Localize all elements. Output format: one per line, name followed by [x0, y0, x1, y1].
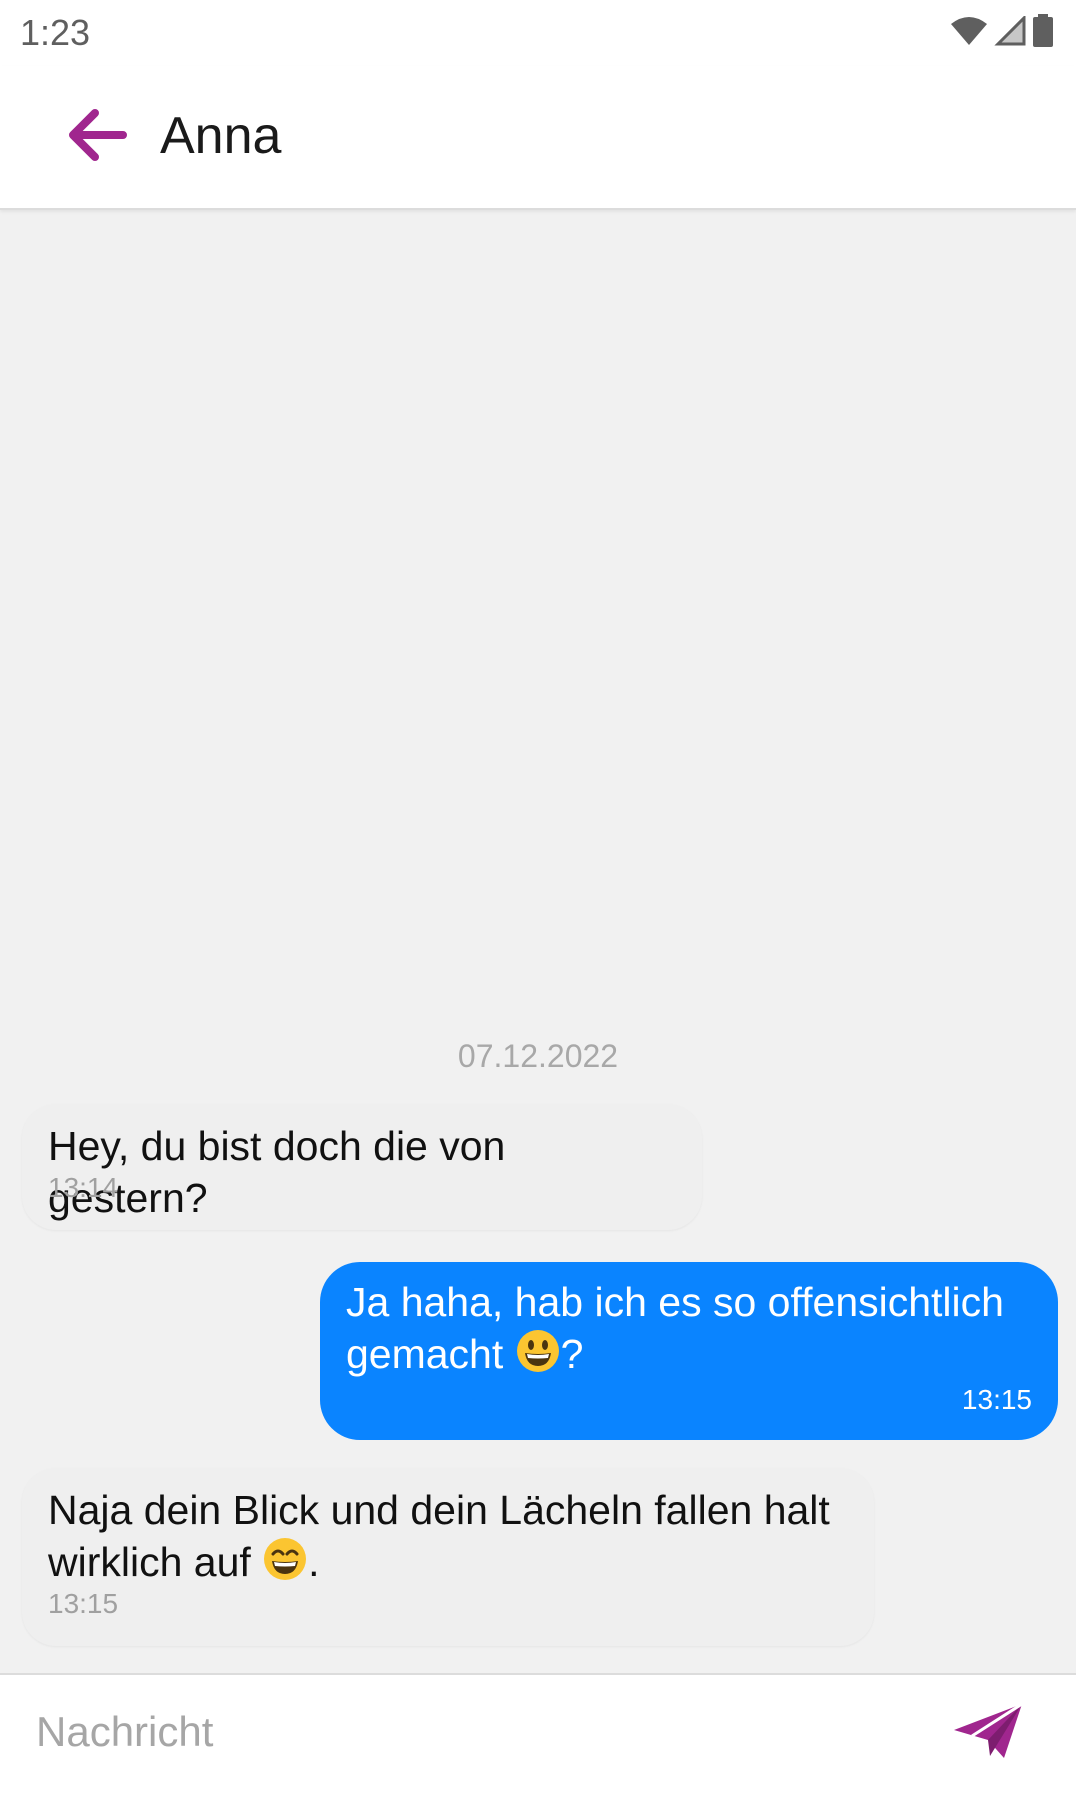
- grinning-smiling-eyes-emoji: [262, 1536, 308, 1594]
- message-text-line: gemacht ?: [346, 1328, 1032, 1386]
- grinning-face-emoji: [515, 1328, 561, 1386]
- signal-icon: [994, 14, 1026, 51]
- contact-name: Anna: [160, 107, 282, 165]
- message-time: 13:15: [961, 1384, 1032, 1415]
- message-input[interactable]: [24, 1695, 928, 1769]
- message-text-fragment: gemacht: [346, 1331, 515, 1377]
- message-time: 13:14: [48, 1172, 119, 1203]
- message-bubble-incoming[interactable]: Hey, du bist doch die von gestern? 13:14: [22, 1104, 702, 1230]
- message-text-line: Ja haha, hab ich es so offensichtlich: [346, 1279, 1004, 1325]
- message-time: 13:15: [48, 1588, 119, 1619]
- message-text-fragment: .: [308, 1539, 320, 1585]
- arrow-left-icon: [65, 105, 129, 170]
- message-text-fragment: ?: [560, 1331, 584, 1377]
- send-button[interactable]: [944, 1695, 1034, 1771]
- battery-icon: [1032, 14, 1054, 53]
- app-bar: Anna: [0, 66, 1076, 210]
- status-time: 1:23: [20, 12, 91, 53]
- back-button[interactable]: [62, 102, 132, 172]
- message-bubble-incoming[interactable]: Naja dein Blick und dein Lächeln fallen …: [22, 1468, 874, 1646]
- message-text-line: Naja dein Blick und dein Lächeln fallen …: [48, 1487, 830, 1533]
- date-separator: 07.12.2022: [457, 1038, 619, 1074]
- wifi-icon: [950, 16, 988, 51]
- message-composer: [0, 1673, 1076, 1795]
- status-icons: [950, 14, 1054, 53]
- message-text-line: wirklich auf .: [48, 1536, 848, 1594]
- message-text: Hey, du bist doch die von gestern?: [48, 1123, 506, 1221]
- status-bar: 1:23: [0, 0, 1076, 66]
- send-icon: [952, 1700, 1026, 1767]
- message-bubble-outgoing[interactable]: Ja haha, hab ich es so offensichtlich ge…: [320, 1262, 1058, 1440]
